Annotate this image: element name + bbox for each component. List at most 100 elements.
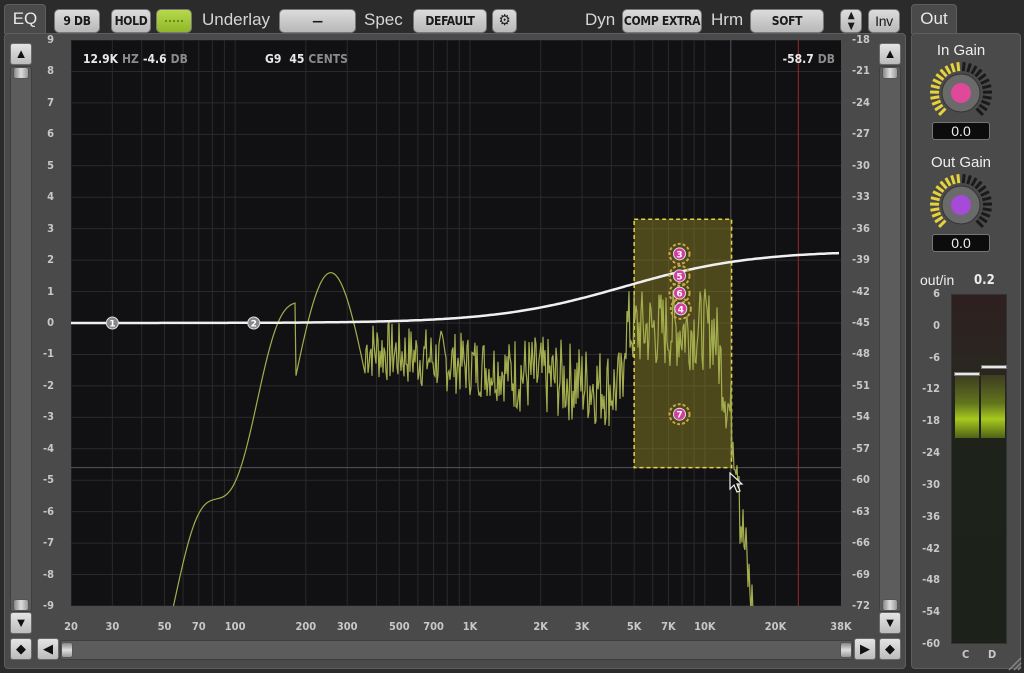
scroll-thumb-bottom[interactable] [13, 599, 29, 611]
underlay-dropdown[interactable]: — [279, 9, 356, 33]
hscroll-thumb-right[interactable] [840, 642, 852, 658]
meter-peak-hold-c [954, 371, 980, 376]
spectrum-color-swatch[interactable] [156, 9, 192, 33]
right-scale-label: -18 [852, 33, 870, 46]
right-scroll-down-button[interactable]: ▼ [879, 612, 901, 634]
knob-tick [961, 62, 966, 72]
knob-tick [978, 103, 988, 112]
scroll-right-button[interactable]: ▶ [854, 638, 876, 660]
hscroll-thumb-left[interactable] [61, 642, 73, 658]
knob-tick [982, 196, 992, 202]
knob-tick [930, 95, 940, 100]
left-scale-label: -7 [43, 536, 54, 550]
right-scale-label: -39 [852, 253, 870, 267]
left-scale-label: -4 [43, 441, 54, 455]
knob-tick [935, 185, 945, 193]
hrm-label: Hrm [711, 10, 744, 29]
left-scale-label: 3 [47, 221, 54, 235]
knob-tick [970, 177, 978, 187]
tab-out[interactable]: Out [911, 4, 957, 34]
knob-tick [930, 196, 940, 202]
horizontal-scrollbar[interactable] [60, 640, 853, 660]
invert-button[interactable]: Inv [868, 9, 900, 33]
right-scale-label: -33 [852, 190, 870, 204]
knob-tick [932, 190, 942, 197]
scroll-thumb-bottom[interactable] [882, 599, 898, 611]
left-scale-label: -2 [43, 378, 54, 392]
right-scale-label: -63 [852, 504, 870, 518]
right-scale-label: -21 [852, 64, 870, 78]
right-scale-label: -48 [852, 347, 870, 361]
right-vertical-scrollbar[interactable] [879, 66, 901, 612]
meter-bar-c [955, 374, 979, 439]
node-number: 4 [678, 305, 684, 315]
eq-node-2[interactable]: 2 [247, 316, 261, 330]
ratio-value: 0.2 [974, 273, 995, 288]
settings-button[interactable]: ⚙ [492, 9, 517, 33]
node-number: 1 [109, 320, 115, 330]
right-scroll-up-button[interactable]: ▲ [879, 43, 901, 65]
knob-tick [956, 174, 961, 184]
left-scale-label: 1 [47, 284, 54, 298]
dyn-dropdown[interactable]: COMP EXTRA [622, 9, 702, 33]
right-scale-label: -72 [852, 599, 870, 612]
hrm-dropdown[interactable]: SOFT [750, 9, 824, 33]
dyn-label: Dyn [585, 10, 616, 29]
resize-grip-icon[interactable] [1006, 655, 1022, 671]
right-scale-label: -42 [852, 284, 870, 298]
right-scale-label: -51 [852, 378, 870, 392]
eq-graph[interactable]: 1235647 12.9K HZ -4.6 DB G9 45 CENTS -58.7 DB [71, 40, 841, 606]
fit-vertical-button[interactable]: ◆ [10, 638, 32, 660]
diamond-icon: ◆ [16, 641, 26, 656]
spec-label: Spec [364, 10, 403, 29]
eq-graph-canvas[interactable]: 1 235647 [71, 40, 841, 606]
scroll-left-button[interactable]: ◀ [37, 638, 59, 660]
up-down-button[interactable]: ▲ ▼ [840, 9, 862, 33]
scroll-thumb-top[interactable] [13, 67, 29, 79]
range-button[interactable]: 9 DB [54, 9, 100, 33]
frequency-label: 50 [157, 620, 172, 633]
knob-tick [950, 174, 956, 185]
out-gain-value[interactable]: 0.0 [932, 234, 990, 252]
knob-tick [939, 180, 948, 190]
scroll-up-button[interactable]: ▲ [10, 43, 32, 65]
meter-channel-label: D [988, 648, 997, 661]
meter-scale-label: 0 [933, 318, 940, 332]
in-gain-knob[interactable] [921, 59, 1001, 117]
arrow-down-icon: ▼ [14, 615, 28, 630]
up-down-arrows-icon: ▲ ▼ [847, 10, 855, 32]
knob-tick [974, 180, 983, 190]
knob-tick [944, 65, 952, 75]
knob-tick [944, 177, 952, 187]
tab-eq[interactable]: EQ [4, 4, 46, 34]
scroll-down-button[interactable]: ▼ [10, 612, 32, 634]
right-scale-label: -66 [852, 536, 870, 550]
right-scale-label: -60 [852, 473, 870, 487]
left-scale-label: 0 [47, 316, 54, 329]
eq-node-1[interactable]: 1 [105, 316, 119, 330]
knob-tick [970, 65, 978, 75]
fit-horizontal-button[interactable]: ◆ [879, 638, 901, 660]
meter-scale-label: 6 [933, 287, 940, 300]
in-gain-value[interactable]: 0.0 [932, 122, 990, 140]
left-vertical-scrollbar[interactable] [10, 66, 32, 612]
left-scale-label: -3 [43, 410, 54, 424]
meter-scale-label: -36 [922, 509, 940, 523]
frequency-label: 7K [661, 620, 676, 633]
frequency-label: 5K [626, 620, 642, 633]
spec-dropdown[interactable]: DEFAULT [413, 9, 487, 33]
left-scale-label: -8 [43, 567, 54, 581]
node-number: 2 [251, 320, 257, 330]
right-scale-label: -69 [852, 567, 870, 581]
knob-tick [934, 215, 944, 224]
knob-tick [966, 62, 972, 73]
hold-button[interactable]: HOLD [111, 9, 151, 33]
knob-tick [938, 219, 947, 228]
knob-tick [982, 84, 992, 90]
scroll-thumb-top[interactable] [882, 67, 898, 79]
swatch-pattern [165, 20, 183, 22]
knob-tick [980, 78, 990, 85]
frequency-label: 10K [694, 620, 716, 633]
node-number: 7 [676, 411, 682, 421]
out-gain-knob[interactable] [921, 171, 1001, 229]
